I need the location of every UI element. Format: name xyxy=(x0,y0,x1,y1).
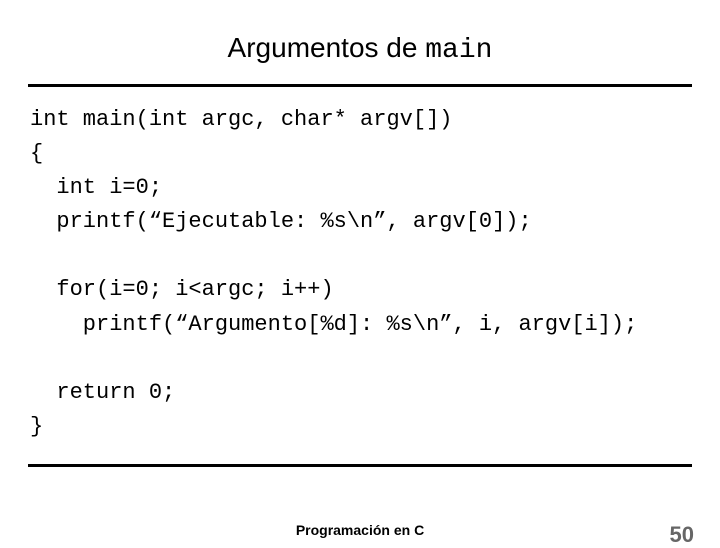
page-number: 50 xyxy=(670,522,694,548)
title-mono: main xyxy=(425,35,492,66)
title-prefix: Argumentos de xyxy=(228,32,426,63)
divider-bottom xyxy=(28,464,692,467)
slide-title: Argumentos de main xyxy=(0,0,720,76)
footer-title: Programación en C xyxy=(0,522,720,538)
slide: Argumentos de main int main(int argc, ch… xyxy=(0,0,720,540)
code-block: int main(int argc, char* argv[]) { int i… xyxy=(0,87,720,444)
